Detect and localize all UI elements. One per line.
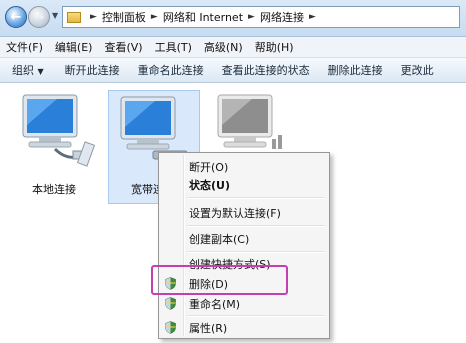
menu-tools[interactable]: 工具(T): [149, 39, 198, 55]
menu-view[interactable]: 查看(V): [98, 39, 148, 55]
breadcrumb-network-connections[interactable]: 网络连接: [260, 9, 304, 25]
menu-bar: 文件(F) 编辑(E) 查看(V) 工具(T) 高级(N) 帮助(H): [0, 37, 466, 58]
folder-icon: [67, 11, 81, 23]
menu-help[interactable]: 帮助(H): [249, 39, 300, 55]
history-dropdown-icon[interactable]: ▼: [52, 11, 58, 20]
menu-item-rename[interactable]: 重命名(M): [189, 296, 240, 312]
delete-connection-button[interactable]: 删除此连接: [319, 62, 392, 78]
menu-separator: [187, 197, 325, 199]
breadcrumb-control-panel[interactable]: 控制面板: [102, 9, 146, 25]
menu-advanced[interactable]: 高级(N): [198, 39, 249, 55]
address-bar-area: ← → ▼ ► 控制面板 ► 网络和 Internet ► 网络连接 ►: [0, 0, 466, 37]
highlight-annotation: [151, 265, 288, 295]
menu-item-status[interactable]: 状态(U): [189, 177, 230, 193]
breadcrumb-network-internet[interactable]: 网络和 Internet: [163, 9, 243, 25]
menu-item-create-copy[interactable]: 创建副本(C): [189, 231, 249, 247]
uac-shield-icon: [165, 297, 176, 310]
menu-separator: [187, 251, 325, 253]
connection-local[interactable]: 本地连接: [10, 89, 100, 199]
organize-label: 组织: [12, 64, 34, 77]
context-menu: 断开(O) 状态(U) 设置为默认连接(F) 创建副本(C) 创建快捷方式(S)…: [158, 152, 330, 339]
menu-separator: [187, 225, 325, 227]
menu-item-properties[interactable]: 属性(R): [189, 320, 227, 336]
command-bar: 组织 ▼ 断开此连接 重命名此连接 查看此连接的状态 删除此连接 更改此: [0, 58, 466, 83]
disconnect-button[interactable]: 断开此连接: [56, 62, 129, 78]
forward-button[interactable]: →: [28, 6, 50, 28]
breadcrumb-separator-icon[interactable]: ►: [90, 12, 97, 22]
menu-edit[interactable]: 编辑(E): [49, 39, 99, 55]
network-monitor-icon: [22, 94, 95, 167]
address-box[interactable]: ► 控制面板 ► 网络和 Internet ► 网络连接 ►: [62, 6, 460, 28]
rename-connection-button[interactable]: 重命名此连接: [129, 62, 213, 78]
forward-arrow-icon: →: [33, 9, 45, 25]
menu-separator: [187, 315, 325, 317]
view-status-button[interactable]: 查看此连接的状态: [213, 62, 319, 78]
back-button[interactable]: ←: [5, 6, 27, 28]
breadcrumb-separator-icon[interactable]: ►: [309, 12, 316, 22]
change-settings-button[interactable]: 更改此: [392, 62, 443, 78]
breadcrumb-separator-icon[interactable]: ►: [248, 12, 255, 22]
menu-gutter: [183, 155, 185, 336]
uac-shield-icon: [165, 321, 176, 334]
menu-item-set-default[interactable]: 设置为默认连接(F): [189, 205, 281, 221]
connection-name: 本地连接: [32, 183, 76, 196]
organize-button[interactable]: 组织 ▼: [0, 62, 56, 78]
chevron-down-icon: ▼: [37, 67, 44, 76]
back-arrow-icon: ←: [10, 9, 22, 25]
menu-item-disconnect[interactable]: 断开(O): [189, 159, 228, 175]
menu-file[interactable]: 文件(F): [0, 39, 49, 55]
breadcrumb-separator-icon[interactable]: ►: [151, 12, 158, 22]
